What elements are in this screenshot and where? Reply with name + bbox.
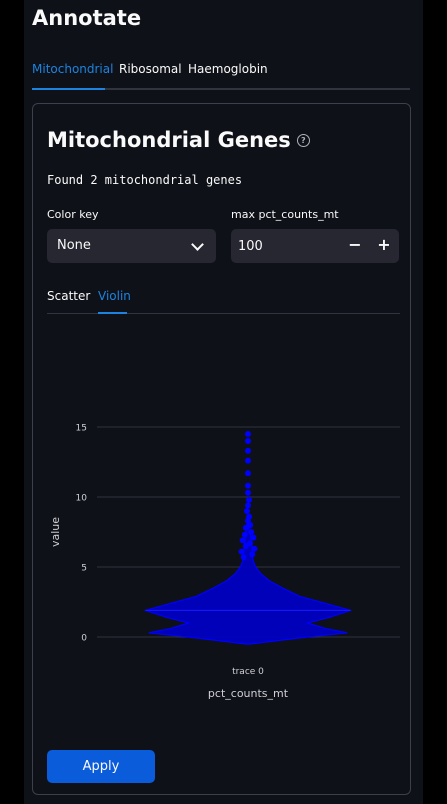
outlier-point [246,513,253,520]
increment-button[interactable]: + [370,229,398,263]
outlier-point [246,496,253,503]
tab-scatter[interactable]: Scatter [47,289,90,303]
tab-mitochondrial[interactable]: Mitochondrial [32,62,113,76]
tab-haemoglobin[interactable]: Haemoglobin [188,62,268,76]
max-pct-stepper: − + [231,229,399,263]
outlier-point [251,545,258,552]
outlier-point [240,554,247,561]
x-axis-label: pct_counts_mt [208,687,289,700]
y-tick-label: 10 [76,494,88,504]
outlier-point [245,502,251,509]
outlier-point [245,489,251,496]
app-main: Annotate Mitochondrial Ribosomal Haemogl… [24,0,423,804]
y-tick-label: 5 [81,564,87,574]
plot-tabs: Scatter Violin [47,287,400,314]
decrement-button[interactable]: − [341,229,369,263]
color-key-value: None [57,238,91,253]
outlier-point [250,534,257,541]
outlier-point [245,470,251,477]
chevron-down-icon [191,238,204,251]
outlier-point [245,447,251,454]
outlier-point [243,508,250,514]
outlier-point [245,431,251,437]
outlier-point [239,537,246,544]
y-tick-label: 15 [76,424,87,434]
top-tabs: Mitochondrial Ribosomal Haemoglobin [32,58,410,90]
apply-button[interactable]: Apply [47,750,155,783]
violin-body [143,517,353,645]
card-title: Mitochondrial Genes? [47,128,310,152]
outlier-point [248,529,255,535]
outlier-point [245,438,251,444]
color-key-label: Color key [47,208,99,221]
max-pct-input[interactable] [231,229,331,263]
mitochondrial-card: Mitochondrial Genes? Found 2 mitochondri… [32,103,411,795]
card-title-text: Mitochondrial Genes [47,128,291,152]
outlier-point [249,551,256,558]
status-text: Found 2 mitochondrial genes [47,173,243,187]
y-axis-label: value [49,517,62,547]
outlier-point [238,548,245,555]
outlier-point [245,482,251,489]
y-tick-label: 0 [81,634,87,644]
tab-ribosomal[interactable]: Ribosomal [119,62,182,76]
page-title: Annotate [32,6,142,30]
max-pct-label: max pct_counts_mt [231,208,339,221]
violin-chart-svg: 0 5 10 15 value trace 0 pct_counts_mt [49,424,400,700]
violin-plot[interactable]: 0 5 10 15 value trace 0 pct_counts_mt [33,326,412,726]
outlier-point [245,457,251,464]
x-category-label: trace 0 [232,667,264,677]
color-key-select[interactable]: None [47,229,216,263]
question-circle-icon[interactable]: ? [296,134,310,147]
active-tab-indicator [32,88,105,90]
tab-violin[interactable]: Violin [98,289,131,303]
outlier-point [247,540,254,547]
active-subtab-indicator [98,312,127,314]
outlier-point [241,531,248,538]
